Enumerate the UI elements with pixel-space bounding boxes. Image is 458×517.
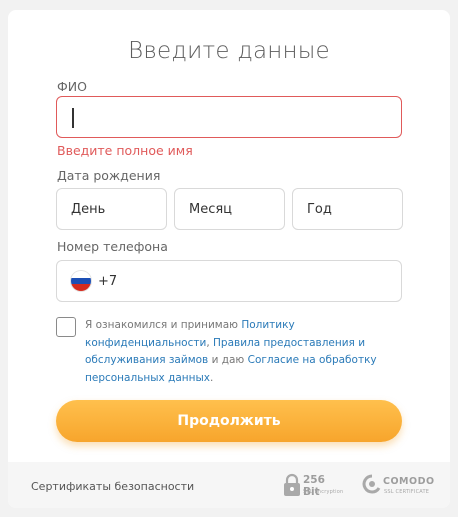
page-title: Введите данные	[128, 38, 330, 64]
birth-date-label: Дата рождения	[57, 168, 161, 183]
russia-flag-icon[interactable]	[71, 271, 91, 291]
ssl-badge-subtitle: SSL Encryption	[303, 489, 344, 495]
month-select[interactable]: Месяц	[174, 188, 285, 230]
consent-checkbox[interactable]	[56, 317, 76, 337]
consent-text: Я ознакомился и принимаю Политику конфид…	[85, 317, 385, 387]
consent-text-part: ,	[206, 336, 214, 349]
form-card: Введите данные ФИО Введите полное имя Да…	[8, 10, 450, 508]
security-certificates-label: Сертификаты безопасности	[31, 480, 195, 493]
phone-field[interactable]: +7	[56, 260, 402, 302]
consent-text-part: .	[210, 371, 214, 384]
comodo-badge-title: COMODO	[383, 476, 435, 487]
comodo-badge: COMODO SSL CERTIFICATE	[362, 472, 434, 498]
year-select[interactable]: Год	[292, 188, 403, 230]
country-code: +7	[98, 274, 118, 289]
security-footer: Сертификаты безопасности 256 Bit SSL Enc…	[8, 462, 450, 508]
fio-label: ФИО	[57, 79, 87, 94]
padlock-icon	[284, 473, 300, 496]
month-placeholder: Месяц	[189, 202, 233, 217]
day-select[interactable]: День	[56, 188, 167, 230]
fio-error-message: Введите полное имя	[57, 143, 193, 158]
ssl-256-badge: 256 Bit SSL Encryption	[283, 472, 345, 498]
consent-text-part: Я ознакомился и принимаю	[85, 319, 242, 331]
day-placeholder: День	[71, 202, 106, 217]
continue-button[interactable]: Продолжить	[56, 400, 402, 442]
phone-label: Номер телефона	[57, 239, 168, 254]
fio-field[interactable]	[56, 96, 402, 138]
consent-text-part: и даю	[208, 354, 248, 366]
text-caret	[72, 108, 74, 128]
comodo-badge-subtitle: SSL CERTIFICATE	[384, 489, 430, 495]
year-placeholder: Год	[307, 202, 332, 217]
comodo-logo-icon	[362, 474, 381, 494]
